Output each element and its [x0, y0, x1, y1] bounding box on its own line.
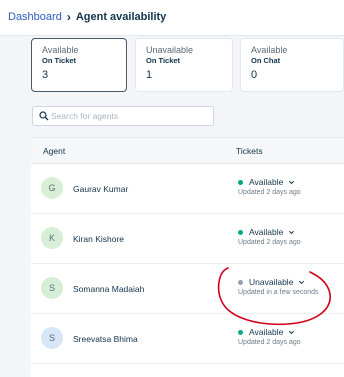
- status-dot-icon: [238, 279, 243, 285]
- chevron-down-icon: [299, 280, 305, 284]
- ticket-status: Unavailable Updated in a few seconds: [238, 277, 319, 296]
- card-unavailable-on-ticket[interactable]: Unavailable On Ticket 1: [135, 38, 233, 92]
- card-title: Available: [251, 45, 288, 55]
- card-title: Available: [42, 45, 79, 55]
- agent-name: Gaurav Kumar: [73, 184, 129, 194]
- search-input[interactable]: [51, 109, 209, 123]
- card-available-on-ticket[interactable]: Available On Ticket 3: [31, 38, 127, 92]
- status-label: Available: [249, 177, 284, 187]
- avatar: K: [41, 227, 63, 249]
- card-subtitle: On Ticket: [42, 56, 77, 65]
- breadcrumb: Dashboard › Agent availability: [8, 9, 167, 24]
- updated-time: Updated in a few seconds: [238, 289, 319, 296]
- agent-search[interactable]: [32, 106, 214, 126]
- card-available-on-chat[interactable]: Available On Chat 0: [240, 38, 344, 92]
- top-bar: Dashboard › Agent availability: [0, 0, 344, 36]
- updated-time: Updated 2 days ago: [238, 339, 301, 346]
- card-subtitle: On Ticket: [146, 56, 181, 65]
- chevron-down-icon: [289, 230, 295, 234]
- card-count: 1: [146, 69, 153, 81]
- table-row: S Sreevatsa Bhima Available Updated 2 da…: [31, 315, 344, 364]
- agent-name: Somanna Madaiah: [73, 284, 145, 294]
- avatar: S: [41, 327, 63, 349]
- search-icon: [39, 111, 49, 121]
- card-title: Unavailable: [146, 45, 194, 55]
- chevron-down-icon: [289, 180, 295, 184]
- updated-time: Updated 2 days ago: [238, 239, 301, 246]
- table-header: Agent Tickets: [31, 138, 344, 164]
- agent-name: Sreevatsa Bhima: [73, 334, 138, 344]
- breadcrumb-separator-icon: ›: [66, 9, 71, 24]
- column-header-agent: Agent: [43, 146, 66, 156]
- card-subtitle: On Chat: [251, 56, 281, 65]
- status-dropdown[interactable]: Unavailable: [238, 277, 319, 287]
- status-dot-icon: [238, 329, 243, 335]
- table-row: G Gaurav Kumar Available Updated 2 days …: [31, 165, 344, 214]
- ticket-status: Available Updated 2 days ago: [238, 227, 301, 246]
- card-count: 0: [251, 69, 258, 81]
- updated-time: Updated 2 days ago: [238, 189, 301, 196]
- agent-table: Agent Tickets G Gaurav Kumar Available U…: [31, 137, 344, 377]
- chevron-down-icon: [289, 330, 295, 334]
- status-label: Unavailable: [249, 277, 294, 287]
- avatar: G: [41, 177, 63, 199]
- status-dot-icon: [238, 229, 243, 235]
- ticket-status: Available Updated 2 days ago: [238, 327, 301, 346]
- status-dot-icon: [238, 179, 243, 185]
- summary-cards: Available On Ticket 3 Unavailable On Tic…: [31, 38, 344, 92]
- table-row: K Kiran Kishore Available Updated 2 days…: [31, 215, 344, 264]
- agent-name: Kiran Kishore: [73, 234, 125, 244]
- ticket-status: Available Updated 2 days ago: [238, 177, 301, 196]
- status-label: Available: [249, 327, 284, 337]
- status-dropdown[interactable]: Available: [238, 177, 301, 187]
- status-dropdown[interactable]: Available: [238, 227, 301, 237]
- page-title: Agent availability: [75, 11, 167, 23]
- avatar: S: [41, 277, 63, 299]
- table-row: S Somanna Madaiah Unavailable Updated in…: [31, 265, 344, 314]
- column-header-tickets: Tickets: [236, 146, 263, 156]
- breadcrumb-dashboard-link[interactable]: Dashboard: [8, 11, 62, 23]
- status-dropdown[interactable]: Available: [238, 327, 301, 337]
- card-count: 3: [42, 69, 49, 81]
- status-label: Available: [249, 227, 284, 237]
